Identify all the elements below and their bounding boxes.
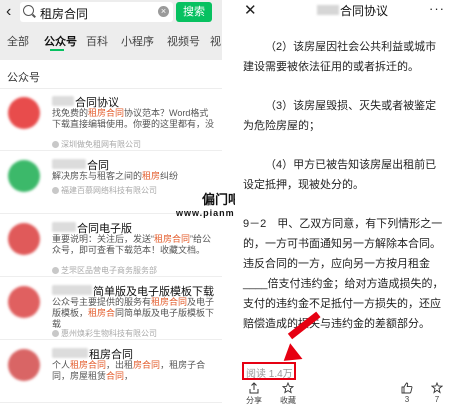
star-icon	[282, 382, 294, 394]
active-tab-indicator	[50, 49, 64, 51]
verified-icon	[52, 141, 59, 148]
article-paragraph: （4）甲方已被告知该房屋出租前已设定抵押，现被处分的。	[243, 159, 437, 191]
tab-channels[interactable]: 视频号	[167, 33, 200, 49]
result-list: 合同协议 找免费的租房合同协议范本？Word格式下载直接编辑使用。你要的这里都有…	[0, 89, 222, 408]
result-source: 惠州焕彩生物科技有限公司	[52, 328, 157, 339]
section-header: 公众号	[0, 60, 222, 88]
result-desc: 公众号主要提供的服务有租房合同及电子版模板，租房合同简单版及电子版模板下载	[52, 297, 215, 329]
clear-icon[interactable]: ×	[158, 6, 169, 17]
result-desc: 解决房东与租客之间的租房纠纷	[52, 171, 179, 181]
avatar	[8, 223, 40, 255]
share-label: 分享	[246, 396, 262, 405]
search-input[interactable]: 租房合同 ×	[20, 2, 173, 22]
result-source: 深圳做免租网有限公司	[52, 139, 141, 150]
article-paragraph: 9－2 甲、乙双方同意，有下列情形之一的，一方可书面通知另一方解除本合同。违反合…	[243, 218, 444, 330]
tab-all[interactable]: 全部	[7, 33, 29, 49]
section-title: 公众号	[7, 72, 40, 84]
like-count: 3	[404, 395, 410, 404]
favorite-button[interactable]: 收藏	[277, 382, 299, 406]
like-button[interactable]: 3	[399, 382, 415, 404]
wow-icon	[431, 382, 443, 394]
wow-count: 7	[434, 395, 440, 404]
redacted-title	[52, 96, 74, 106]
share-icon	[249, 382, 259, 394]
search-bar: ‹ 租房合同 × 搜索	[0, 0, 222, 26]
search-query[interactable]: 租房合同	[40, 5, 88, 22]
wow-button[interactable]: 7	[429, 382, 445, 404]
tab-encyclopedia[interactable]: 百科	[86, 33, 108, 49]
search-results-panel: ‹ 租房合同 × 搜索 全部 公众号 百科 小程序 视频号 视 公众号 合同协议…	[0, 0, 222, 408]
share-button[interactable]: 分享	[243, 382, 265, 406]
result-item[interactable]: 合同协议 找免费的租房合同协议范本？Word格式下载直接编辑使用。你要的这里都有…	[0, 89, 222, 151]
action-bar: 分享 收藏 3 7	[235, 380, 450, 408]
article-paragraph: （3）该房屋毁损、灭失或者被鉴定为危险房屋的；	[243, 100, 437, 132]
result-desc: 重要说明：关注后，发送“租房合同”给公众号，即可查看下载范本！收藏文档。	[52, 234, 212, 255]
tab-bar: 全部 公众号 百科 小程序 视频号 视	[0, 30, 222, 52]
article-header: ✕ 合同协议 ···	[235, 0, 450, 20]
article-paragraph: （2）该房屋因社会公共利益或城市建设需要被依法征用的或者拆迁的。	[243, 41, 437, 73]
redacted-title	[52, 159, 86, 169]
result-item[interactable]: 简单版及电子版模板下载 公众号主要提供的服务有租房合同及电子版模板，租房合同简单…	[0, 278, 222, 340]
redacted-title	[52, 222, 76, 232]
tab-more[interactable]: 视	[210, 33, 221, 49]
redacted-title	[52, 348, 88, 358]
result-desc: 找免费的租房合同协议范本？Word格式下载直接编辑使用。你要的这里都有，没	[52, 108, 215, 129]
result-item[interactable]: 合同电子版 重要说明：关注后，发送“租房合同”给公众号，即可查看下载范本！收藏文…	[0, 215, 222, 277]
close-icon[interactable]: ✕	[244, 1, 257, 19]
search-button[interactable]: 搜索	[176, 2, 212, 22]
verified-icon	[52, 330, 59, 337]
verified-icon	[52, 267, 59, 274]
tab-official-accounts[interactable]: 公众号	[44, 33, 77, 49]
back-icon[interactable]: ‹	[6, 3, 20, 21]
article-panel: ✕ 合同协议 ··· （2）该房屋因社会公共利益或城市建设需要被依法征用的或者拆…	[235, 0, 450, 408]
read-count: 阅读 1.4万	[246, 369, 293, 380]
tab-mini-programs[interactable]: 小程序	[121, 33, 154, 49]
result-source: 福建百慕网络科技有限公司	[52, 185, 157, 196]
redacted-title	[317, 5, 339, 15]
avatar	[8, 97, 40, 129]
thumb-up-icon	[401, 382, 413, 394]
redacted-title	[52, 285, 92, 295]
avatar	[8, 349, 40, 381]
more-icon[interactable]: ···	[429, 1, 445, 16]
search-icon	[23, 5, 34, 16]
favorite-label: 收藏	[280, 396, 296, 405]
avatar	[8, 286, 40, 318]
result-desc: 个人租房合同，出租房合同，租房子合同，房屋租赁合同，	[52, 360, 206, 381]
result-item[interactable]: 合同 解决房东与租客之间的租房纠纷 福建百慕网络科技有限公司	[0, 152, 222, 214]
result-item[interactable]: 租房合同 个人租房合同，出租房合同，租房子合同，房屋租赁合同，	[0, 341, 222, 403]
avatar	[8, 160, 40, 192]
result-source: 芝罘区品营电子商务服务部	[52, 265, 157, 276]
verified-icon	[52, 187, 59, 194]
article-title: 合同协议	[340, 4, 389, 18]
